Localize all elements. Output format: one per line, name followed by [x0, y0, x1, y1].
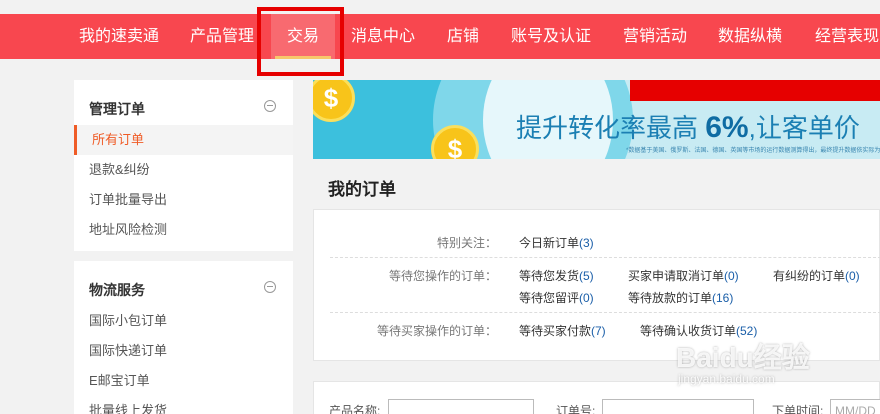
order-time-label: 下单时间: [772, 404, 824, 414]
link-awaiting-payout[interactable]: 等待放款的订单(16) [628, 289, 733, 306]
nav-item-products[interactable]: 产品管理 [190, 14, 254, 59]
sidebar-item-address-risk[interactable]: 地址风险检测 [74, 215, 293, 245]
nav-item-data[interactable]: 数据纵横 [718, 14, 782, 59]
nav-item-marketing[interactable]: 营销活动 [623, 14, 687, 59]
nav-item-messages[interactable]: 消息中心 [351, 14, 415, 59]
sidebar-item-intl-small-package[interactable]: 国际小包订单 [74, 306, 293, 336]
divider [330, 257, 880, 258]
watermark-logo: Baidu经验 [676, 342, 810, 373]
banner-fine-print: *数据基于美国、俄罗斯、法国、德国、英国等市场的运行数据测算得出，最终提升数据依… [626, 148, 880, 154]
order-time-input[interactable]: MM/DD [830, 399, 880, 414]
banner-headline: 提升转化率最高 6%,让客单价 [516, 111, 860, 144]
nav-item-home[interactable]: 我的速卖通 [79, 14, 159, 59]
collapse-icon[interactable] [264, 281, 276, 293]
sidebar-item-refunds[interactable]: 退款&纠纷 [74, 155, 293, 185]
sidebar-section-title-logistics: 物流服务 [89, 282, 145, 298]
sidebar-item-bulk-export[interactable]: 订单批量导出 [74, 185, 293, 215]
nav-item-account[interactable]: 账号及认证 [511, 14, 591, 59]
collapse-icon[interactable] [264, 100, 276, 112]
row-label-special: 特别关注： [436, 236, 497, 250]
nav-item-trade[interactable]: 交易 [271, 14, 335, 59]
nav-item-store[interactable]: 店铺 [447, 14, 479, 59]
sidebar: 管理订单 所有订单 退款&纠纷 订单批量导出 地址风险检测 物流服务 国际小包订… [74, 80, 293, 414]
page-title: 我的订单 [328, 180, 396, 199]
sidebar-divider [74, 251, 293, 261]
row-label-seller-action: 等待您操作的订单： [388, 269, 497, 283]
sidebar-item-intl-express[interactable]: 国际快递订单 [74, 336, 293, 366]
link-buyer-cancel-request[interactable]: 买家申请取消订单(0) [628, 267, 739, 284]
nav-item-trade-label: 交易 [287, 28, 320, 45]
order-search-panel: 产品名称: 订单号: 下单时间: MM/DD [313, 381, 880, 414]
sidebar-section-title-manage-orders: 管理订单 [89, 101, 145, 117]
product-name-label: 产品名称: [329, 404, 381, 414]
sidebar-item-bulk-ship[interactable]: 批量线上发货 [74, 396, 293, 414]
top-navigation: 我的速卖通 产品管理 交易 消息中心 店铺 账号及认证 营销活动 数据纵横 经营… [0, 14, 880, 59]
sidebar-item-epacket[interactable]: E邮宝订单 [74, 366, 293, 396]
link-awaiting-review[interactable]: 等待您留评(0) [519, 289, 594, 306]
redaction-bar [630, 80, 880, 101]
nav-item-performance[interactable]: 经营表现 [815, 14, 879, 59]
order-number-input[interactable] [602, 399, 754, 414]
link-new-orders-today[interactable]: 今日新订单(3) [519, 234, 594, 251]
link-disputed-orders[interactable]: 有纠纷的订单(0) [773, 267, 860, 284]
order-number-label: 订单号: [556, 404, 596, 414]
row-label-buyer-action: 等待买家操作的订单： [376, 324, 497, 338]
sidebar-item-all-orders[interactable]: 所有订单 [74, 125, 293, 155]
promo-banner[interactable]: $ $ 提升转化率最高 6%,让客单价 *数据基于美国、俄罗斯、法国、德国、英国… [313, 80, 880, 159]
divider [330, 312, 880, 313]
active-tab-underline [275, 56, 331, 59]
link-awaiting-buyer-payment[interactable]: 等待买家付款(7) [519, 322, 606, 339]
product-name-input[interactable] [388, 399, 534, 414]
link-awaiting-shipment[interactable]: 等待您发货(5) [519, 267, 594, 284]
watermark-url: jingyan.baidu.com [678, 372, 775, 386]
